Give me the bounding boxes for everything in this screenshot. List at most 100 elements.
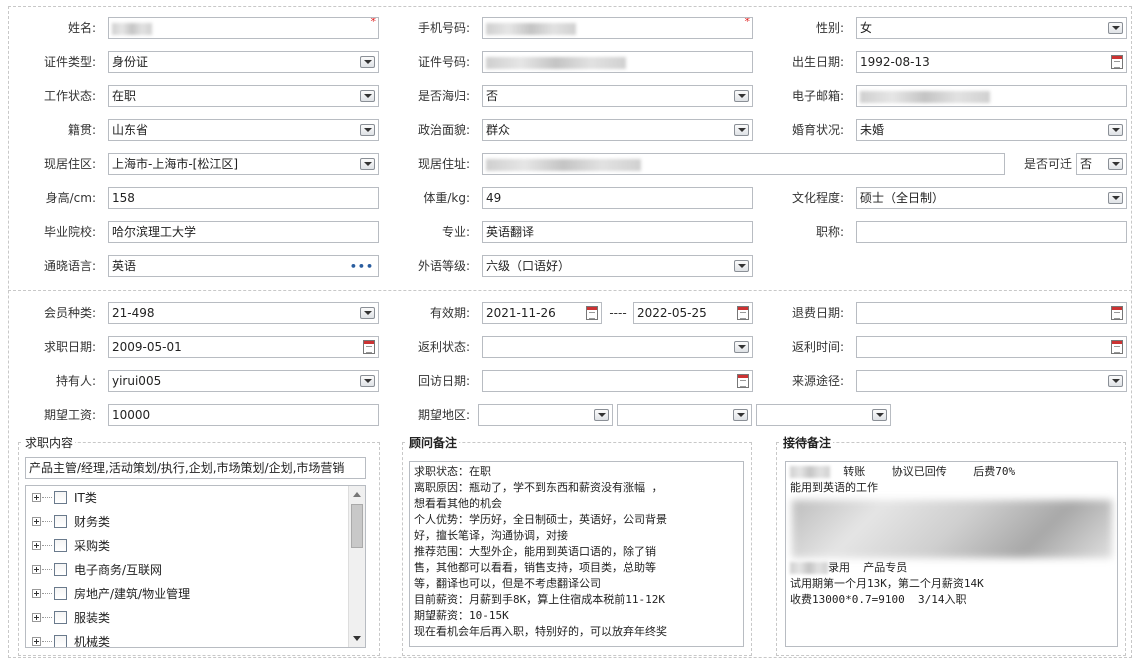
chevron-down-icon[interactable] <box>360 56 375 68</box>
tree-item[interactable]: 房地产/建筑/物业管理 <box>26 582 365 606</box>
job-content-panel: 求职内容 产品主管/经理,活动策划/执行,企划,市场策划/企划,市场营销 IT类… <box>18 434 380 656</box>
residence-select[interactable]: 上海市-上海市-[松江区] <box>108 153 379 175</box>
category-checkbox[interactable] <box>54 515 67 528</box>
expand-icon[interactable] <box>32 517 41 526</box>
address-field[interactable] <box>482 153 1005 175</box>
relocate-select[interactable]: 否 <box>1076 153 1127 175</box>
id-type-select[interactable]: 身份证 <box>108 51 379 73</box>
holder-select[interactable]: yirui005 <box>108 370 379 392</box>
category-checkbox[interactable] <box>54 635 67 647</box>
more-icon[interactable]: ••• <box>350 257 374 276</box>
calendar-icon[interactable] <box>737 374 749 388</box>
name-field[interactable]: * <box>108 17 379 39</box>
chevron-down-icon[interactable] <box>734 341 749 353</box>
weight-field[interactable]: 49 <box>482 187 753 209</box>
expand-icon[interactable] <box>32 541 41 550</box>
tree-item[interactable]: 电子商务/互联网 <box>26 558 365 582</box>
category-checkbox[interactable] <box>54 611 67 624</box>
chevron-down-icon[interactable] <box>1108 192 1123 204</box>
calendar-icon[interactable] <box>737 306 749 320</box>
expand-icon[interactable] <box>32 637 41 646</box>
work-status-select[interactable]: 在职 <box>108 85 379 107</box>
member-type-label: 会员种类: <box>43 306 96 320</box>
region-city-select[interactable] <box>617 404 752 426</box>
category-checkbox[interactable] <box>54 563 67 576</box>
valid-to-field[interactable]: 2022-05-25 <box>633 302 753 324</box>
chevron-down-icon[interactable] <box>360 158 375 170</box>
tree-scrollbar[interactable] <box>348 486 365 647</box>
reception-notes-textarea[interactable]: 转账 协议已回传 后费70% 能用到英语的工作 录用 产品专员 试用期第一个月1… <box>785 461 1118 647</box>
chevron-down-icon[interactable] <box>733 409 748 421</box>
calendar-icon[interactable] <box>1111 340 1123 354</box>
chevron-down-icon[interactable] <box>1108 158 1123 170</box>
email-field[interactable] <box>856 85 1127 107</box>
education-select[interactable]: 硕士（全日制） <box>856 187 1127 209</box>
job-date-field[interactable]: 2009-05-01 <box>108 336 379 358</box>
rebate-time-field[interactable] <box>856 336 1127 358</box>
overseas-select[interactable]: 否 <box>482 85 753 107</box>
calendar-icon[interactable] <box>1111 55 1123 69</box>
job-summary-field[interactable]: 产品主管/经理,活动策划/执行,企划,市场策划/企划,市场营销 <box>25 457 366 479</box>
id-no-field[interactable] <box>482 51 753 73</box>
member-type-value: 21-498 <box>112 306 155 320</box>
redacted-block <box>790 496 1113 560</box>
tree-item[interactable]: 采购类 <box>26 534 365 558</box>
tree-item-label: 财务类 <box>74 515 111 529</box>
chevron-down-icon[interactable] <box>1108 124 1123 136</box>
chevron-down-icon[interactable] <box>734 90 749 102</box>
calendar-icon[interactable] <box>1111 306 1123 320</box>
phone-field[interactable]: * <box>482 17 753 39</box>
rebate-status-select[interactable] <box>482 336 753 358</box>
salary-field[interactable]: 10000 <box>108 404 379 426</box>
scroll-thumb[interactable] <box>351 504 363 548</box>
native-select[interactable]: 山东省 <box>108 119 379 141</box>
email-label: 电子邮箱: <box>791 89 844 103</box>
valid-from-field[interactable]: 2021-11-26 <box>482 302 602 324</box>
height-field[interactable]: 158 <box>108 187 379 209</box>
major-field[interactable]: 英语翻译 <box>482 221 753 243</box>
gender-value: 女 <box>860 21 873 35</box>
tree-item[interactable]: 服装类 <box>26 606 365 630</box>
tree-item[interactable]: 机械类 <box>26 630 365 647</box>
language-field[interactable]: 英语 ••• <box>108 255 379 277</box>
birth-date-field[interactable]: 1992-08-13 <box>856 51 1127 73</box>
gender-select[interactable]: 女 <box>856 17 1127 39</box>
category-checkbox[interactable] <box>54 491 67 504</box>
school-value: 哈尔滨理工大学 <box>112 225 197 239</box>
expand-icon[interactable] <box>32 613 41 622</box>
member-type-select[interactable]: 21-498 <box>108 302 379 324</box>
category-checkbox[interactable] <box>54 587 67 600</box>
chevron-down-icon[interactable] <box>1108 22 1123 34</box>
tree-item[interactable]: IT类 <box>26 486 365 510</box>
region-district-select[interactable] <box>756 404 891 426</box>
marital-select[interactable]: 未婚 <box>856 119 1127 141</box>
political-select[interactable]: 群众 <box>482 119 753 141</box>
category-checkbox[interactable] <box>54 539 67 552</box>
chevron-down-icon[interactable] <box>360 90 375 102</box>
advisor-notes-textarea[interactable]: 求职状态：在职 离职原因：瓶动了，学不到东西和薪资没有涨幅 ， 想看看其他的机会… <box>409 461 744 647</box>
tree-item[interactable]: 财务类 <box>26 510 365 534</box>
job-category-tree[interactable]: IT类 财务类 采购类 电子商务/互联网 房地产/建筑/物业管理 服装类 机械类 <box>25 485 366 648</box>
expand-icon[interactable] <box>32 493 41 502</box>
chevron-down-icon[interactable] <box>872 409 887 421</box>
scroll-up-icon[interactable] <box>353 492 361 497</box>
refund-date-field[interactable] <box>856 302 1127 324</box>
chevron-down-icon[interactable] <box>594 409 609 421</box>
chevron-down-icon[interactable] <box>360 124 375 136</box>
school-field[interactable]: 哈尔滨理工大学 <box>108 221 379 243</box>
source-select[interactable] <box>856 370 1127 392</box>
expand-icon[interactable] <box>32 589 41 598</box>
lang-level-select[interactable]: 六级（口语好） <box>482 255 753 277</box>
visit-date-field[interactable] <box>482 370 753 392</box>
calendar-icon[interactable] <box>586 306 598 320</box>
title-field[interactable] <box>856 221 1127 243</box>
chevron-down-icon[interactable] <box>360 307 375 319</box>
scroll-down-icon[interactable] <box>353 636 361 641</box>
expand-icon[interactable] <box>32 565 41 574</box>
chevron-down-icon[interactable] <box>734 260 749 272</box>
calendar-icon[interactable] <box>363 340 375 354</box>
chevron-down-icon[interactable] <box>360 375 375 387</box>
region-province-select[interactable] <box>478 404 613 426</box>
chevron-down-icon[interactable] <box>734 124 749 136</box>
chevron-down-icon[interactable] <box>1108 375 1123 387</box>
